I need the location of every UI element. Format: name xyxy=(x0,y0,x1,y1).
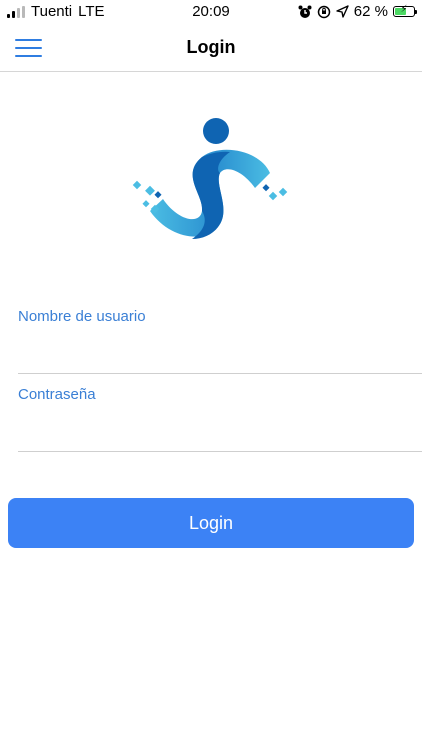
orientation-lock-icon xyxy=(317,5,331,18)
logo-pixel xyxy=(145,185,155,196)
password-input[interactable] xyxy=(18,415,422,445)
username-label: Nombre de usuario xyxy=(18,308,146,325)
username-field: Nombre de usuario xyxy=(18,308,422,374)
battery-percent: 62 % xyxy=(353,3,388,20)
logo-pixel xyxy=(132,180,142,190)
logo-dot xyxy=(203,118,229,144)
status-right: 62 % ⚡ xyxy=(298,3,417,20)
logo-pixel xyxy=(262,184,270,192)
app-logo xyxy=(132,118,288,239)
logo-pixel xyxy=(278,187,288,197)
battery-icon: ⚡ xyxy=(393,4,417,17)
password-field: Contraseña xyxy=(18,386,422,452)
page-title: Login xyxy=(186,37,236,57)
logo-pixel xyxy=(142,200,150,208)
charging-bolt-icon: ⚡ xyxy=(400,4,408,15)
status-bar: Tuenti LTE 20:09 62 % ⚡ xyxy=(0,0,422,24)
location-arrow-icon xyxy=(336,5,349,18)
password-label: Contraseña xyxy=(18,386,96,403)
username-input[interactable] xyxy=(18,337,422,367)
logo-pixel xyxy=(154,191,162,199)
login-button[interactable]: Login xyxy=(8,498,414,548)
navigation-bar: Login xyxy=(0,24,422,72)
alarm-icon xyxy=(298,5,312,18)
logo-pixel xyxy=(268,191,278,201)
